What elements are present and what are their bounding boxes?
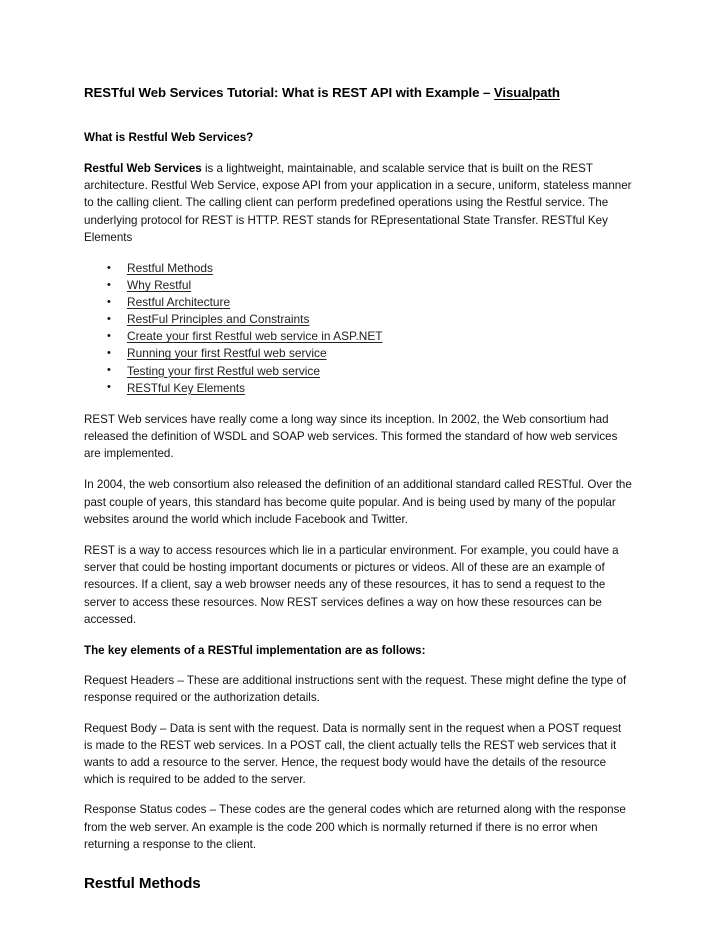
list-item[interactable]: Restful Methods bbox=[84, 260, 632, 277]
paragraph-request-headers: Request Headers – These are additional i… bbox=[84, 674, 627, 705]
toc-link-restful-methods[interactable]: Restful Methods bbox=[127, 261, 213, 275]
list-item[interactable]: Restful Architecture bbox=[84, 294, 632, 311]
toc-link-create-first-service[interactable]: Create your first Restful web service in… bbox=[127, 329, 383, 343]
toc-link-restful-architecture[interactable]: Restful Architecture bbox=[127, 295, 230, 309]
intro-lead-term: Restful Web Services bbox=[84, 162, 202, 175]
toc-link-why-restful[interactable]: Why Restful bbox=[127, 278, 191, 292]
toc-link-key-elements[interactable]: RESTful Key Elements bbox=[127, 382, 245, 395]
paragraph-intro: Restful Web Services is a lightweight, m… bbox=[84, 160, 632, 246]
paragraph-request-body: Request Body – Data is sent with the req… bbox=[84, 721, 622, 787]
visualpath-link[interactable]: Visualpath bbox=[494, 85, 560, 100]
page-title-text: RESTful Web Services Tutorial: What is R… bbox=[84, 85, 494, 100]
heading-restful-methods: Restful Methods bbox=[84, 875, 201, 893]
list-item[interactable]: Testing your first Restful web service bbox=[84, 362, 632, 380]
list-item[interactable]: Running your first Restful web service bbox=[84, 345, 632, 362]
list-item[interactable]: Why Restful bbox=[84, 277, 632, 294]
paragraph-history-2004: In 2004, the web consortium also release… bbox=[84, 478, 632, 526]
toc-link-principles-constraints[interactable]: RestFul Principles and Constraints bbox=[127, 312, 309, 326]
key-elements-bold-text: The key elements of a RESTful implementa… bbox=[84, 644, 426, 657]
document-page: RESTful Web Services Tutorial: What is R… bbox=[0, 0, 720, 931]
heading-what-is-restful: What is Restful Web Services? bbox=[84, 131, 254, 144]
heading-key-elements: The key elements of a RESTful implementa… bbox=[84, 642, 632, 659]
toc-link-running-first-service[interactable]: Running your first Restful web service bbox=[127, 346, 327, 360]
document-content: RESTful Web Services Tutorial: What is R… bbox=[84, 84, 632, 894]
table-of-contents-list: Restful Methods Why Restful Restful Arch… bbox=[84, 260, 632, 397]
list-item[interactable]: RESTful Key Elements bbox=[84, 379, 632, 397]
list-item[interactable]: RestFul Principles and Constraints bbox=[84, 311, 632, 328]
paragraph-response-status-codes: Response Status codes – These codes are … bbox=[84, 803, 626, 851]
list-item[interactable]: Create your first Restful web service in… bbox=[84, 328, 632, 345]
toc-link-testing-first-service[interactable]: Testing your first Restful web service bbox=[127, 364, 320, 378]
paragraph-resources: REST is a way to access resources which … bbox=[84, 543, 619, 626]
paragraph-history-2002: REST Web services have really come a lon… bbox=[84, 412, 618, 461]
page-title: RESTful Web Services Tutorial: What is R… bbox=[84, 84, 632, 101]
